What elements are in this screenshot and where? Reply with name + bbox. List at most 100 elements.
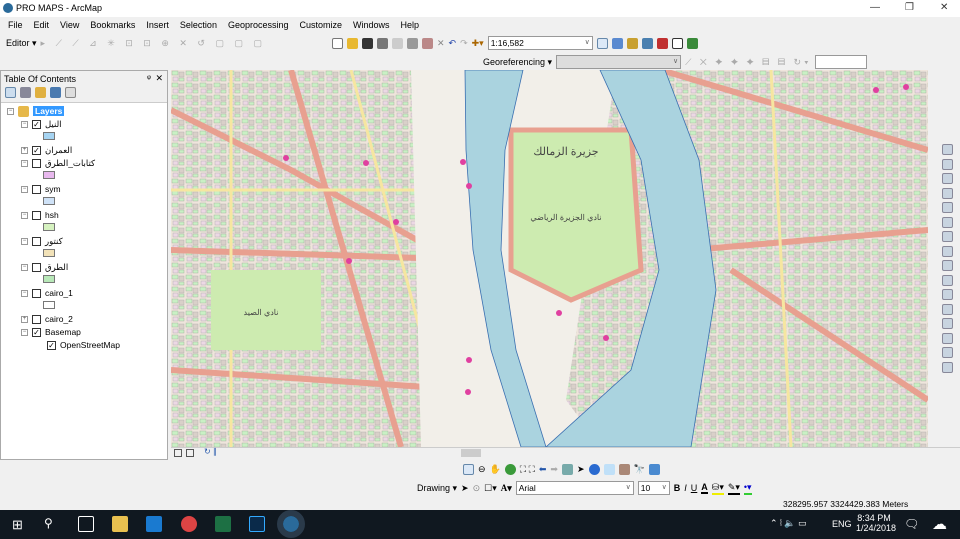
file-explorer-icon[interactable] [112,516,128,532]
side-tool-icon[interactable] [942,245,953,257]
find-icon[interactable]: 🔭 [634,464,645,475]
side-tool-icon[interactable] [942,274,953,286]
zoom-out-icon[interactable]: ⊖ [478,464,486,475]
expand-icon[interactable]: + [21,146,28,154]
toc-layer-2[interactable]: − كتابات_الطرق [21,157,95,169]
identify-icon[interactable] [588,463,600,475]
side-tool-icon[interactable] [942,187,953,199]
italic-button[interactable]: I [684,483,687,493]
layer-visibility-checkbox[interactable]: ✓ [32,145,41,155]
toc-layer-6[interactable]: − الطرق [21,261,68,273]
georeferencing-menu[interactable]: Georeferencing ▾ [483,57,552,68]
open-icon[interactable] [347,37,358,49]
menu-bookmarks[interactable]: Bookmarks [90,17,135,33]
save-icon[interactable] [362,37,373,49]
collapse-icon[interactable]: − [21,237,28,245]
toc-layer-10[interactable]: ✓ OpenStreetMap [47,339,120,351]
layer-symbol-swatch[interactable] [43,301,55,309]
horizontal-scrollbar[interactable] [461,449,481,457]
layer-visibility-checkbox[interactable]: ✓ [32,327,41,337]
layer-symbol-swatch[interactable] [43,223,55,231]
arctoolbox-icon[interactable] [656,37,668,49]
measure-icon[interactable] [618,463,630,475]
print-icon[interactable] [377,37,388,49]
side-tool-icon[interactable] [942,303,953,315]
layers-root[interactable]: − Layers [7,105,65,117]
arcmap-taskbar-icon[interactable] [277,510,305,538]
photoshop-icon[interactable] [249,516,265,532]
side-tool-icon[interactable] [942,260,953,271]
marker-color-icon[interactable]: •▾ [743,482,752,495]
fixed-zoom-icon[interactable]: ⛶ ⛶ [520,464,535,475]
weather-cloud-icon[interactable]: ☁ [932,515,947,533]
font-color-button[interactable]: A [701,482,708,494]
toc-options-icon[interactable] [65,87,76,98]
delete-icon[interactable]: ✕ [437,38,445,49]
font-combo[interactable]: Arial ∨ [515,481,634,495]
collapse-icon[interactable]: − [21,328,28,336]
collapse-icon[interactable]: − [21,185,28,193]
layer-symbol-swatch[interactable] [43,132,55,140]
layer-symbol-swatch[interactable] [43,275,55,283]
toc-layer-3[interactable]: − sym [21,183,61,195]
pin-icon[interactable]: ᵠ [147,73,151,83]
clock[interactable]: 8:34 PM 1/24/2018 [856,513,896,533]
layer-visibility-checkbox[interactable] [32,262,41,272]
toc-layer-7[interactable]: − cairo_1 [21,287,73,299]
list-by-selection-icon[interactable] [50,87,61,98]
html-popup-icon[interactable] [603,463,615,475]
underline-button[interactable]: U [691,483,698,493]
collapse-icon[interactable]: − [21,159,28,167]
edge-icon[interactable] [146,516,162,532]
collapse-icon[interactable]: − [7,107,14,115]
menu-help[interactable]: Help [401,17,420,33]
layer-visibility-checkbox[interactable] [32,314,41,324]
side-tool-icon[interactable] [942,158,953,170]
copy-icon[interactable] [407,37,418,49]
back-extent-icon[interactable]: ⬅ [539,464,547,475]
catalog-icon[interactable] [626,37,638,49]
menu-geoprocessing[interactable]: Geoprocessing [228,17,289,33]
pan-icon[interactable]: ✋ [490,464,501,475]
python-window-icon[interactable] [671,37,683,49]
select-elements-icon[interactable]: ➤ [577,464,585,475]
rotate-icon[interactable]: ⊙ [473,483,481,494]
task-view-icon[interactable] [78,516,94,532]
collapse-icon[interactable]: − [21,211,28,219]
toc-layer-0[interactable]: − ✓ النيل [21,118,62,130]
list-by-visibility-icon[interactable] [35,87,46,98]
layer-visibility-checkbox[interactable] [32,158,41,168]
menu-view[interactable]: View [60,17,79,33]
layer-symbol-swatch[interactable] [43,197,55,205]
layer-visibility-checkbox[interactable]: ✓ [32,119,41,129]
side-tool-icon[interactable] [942,202,953,213]
layer-visibility-checkbox[interactable]: ✓ [47,340,56,350]
map-canvas[interactable]: جزيرة الزمالك نادي الجزيرة الرياضي نادي … [171,70,928,447]
text-icon[interactable]: A▾ [501,483,512,494]
excel-icon[interactable] [215,516,231,532]
list-by-drawing-order-icon[interactable] [5,87,16,98]
select-features-icon[interactable] [561,463,573,475]
side-tool-icon[interactable] [942,347,953,358]
layer-symbol-swatch[interactable] [43,249,55,257]
side-tool-icon[interactable] [942,361,953,373]
side-tool-icon[interactable] [942,144,953,155]
refresh-button[interactable]: ↻ ∥ [204,447,217,456]
side-tool-icon[interactable] [942,216,953,228]
side-tool-icon[interactable] [942,231,953,242]
layer-visibility-checkbox[interactable] [32,288,41,298]
menu-insert[interactable]: Insert [146,17,169,33]
full-extent-icon[interactable] [504,463,516,475]
undo-icon[interactable]: ↶ [449,38,457,49]
collapse-icon[interactable]: − [21,120,28,128]
minimize-button[interactable]: — [870,2,880,13]
layer-visibility-checkbox[interactable] [32,184,41,194]
toc-window-icon[interactable] [611,37,623,49]
modelbuilder-icon[interactable] [686,37,698,49]
search-window-icon[interactable] [641,37,653,49]
toc-layer-9[interactable]: − ✓ Basemap [21,326,81,338]
layer-visibility-checkbox[interactable] [32,210,41,220]
editor-menu-button[interactable]: Editor ▾ [6,38,37,49]
fill-color-icon[interactable]: ⛁▾ [711,482,724,495]
select-pointer-icon[interactable]: ➤ [461,483,469,494]
